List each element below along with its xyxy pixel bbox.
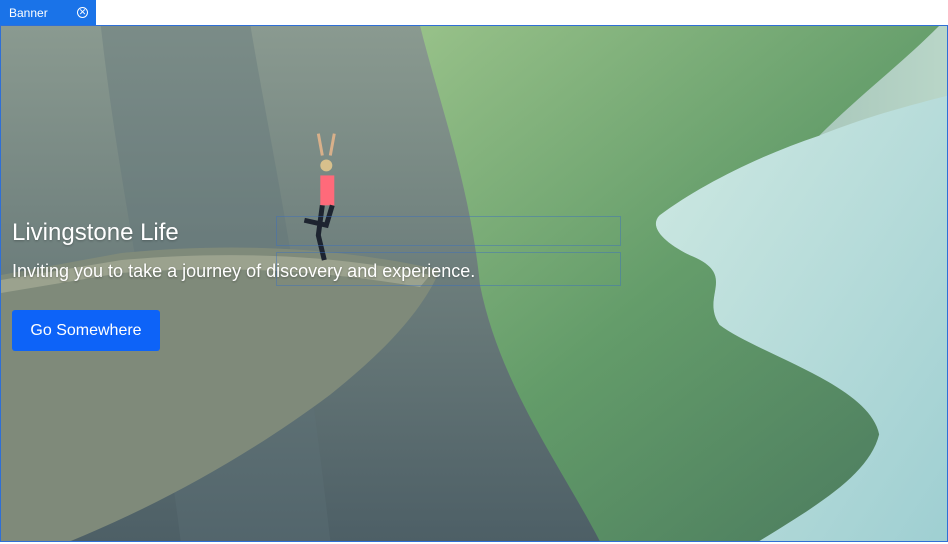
go-somewhere-button[interactable]: Go Somewhere — [12, 310, 160, 351]
tab-banner[interactable]: Banner ✕ — [0, 0, 96, 25]
banner-title: Livingstone Life — [12, 219, 179, 246]
tab-label: Banner — [9, 5, 48, 20]
banner-subtitle: Inviting you to take a journey of discov… — [12, 261, 476, 281]
close-icon[interactable]: ✕ — [77, 7, 88, 18]
banner-section: Livingstone Life Inviting you to take a … — [0, 25, 948, 542]
banner-background-image — [1, 26, 947, 541]
